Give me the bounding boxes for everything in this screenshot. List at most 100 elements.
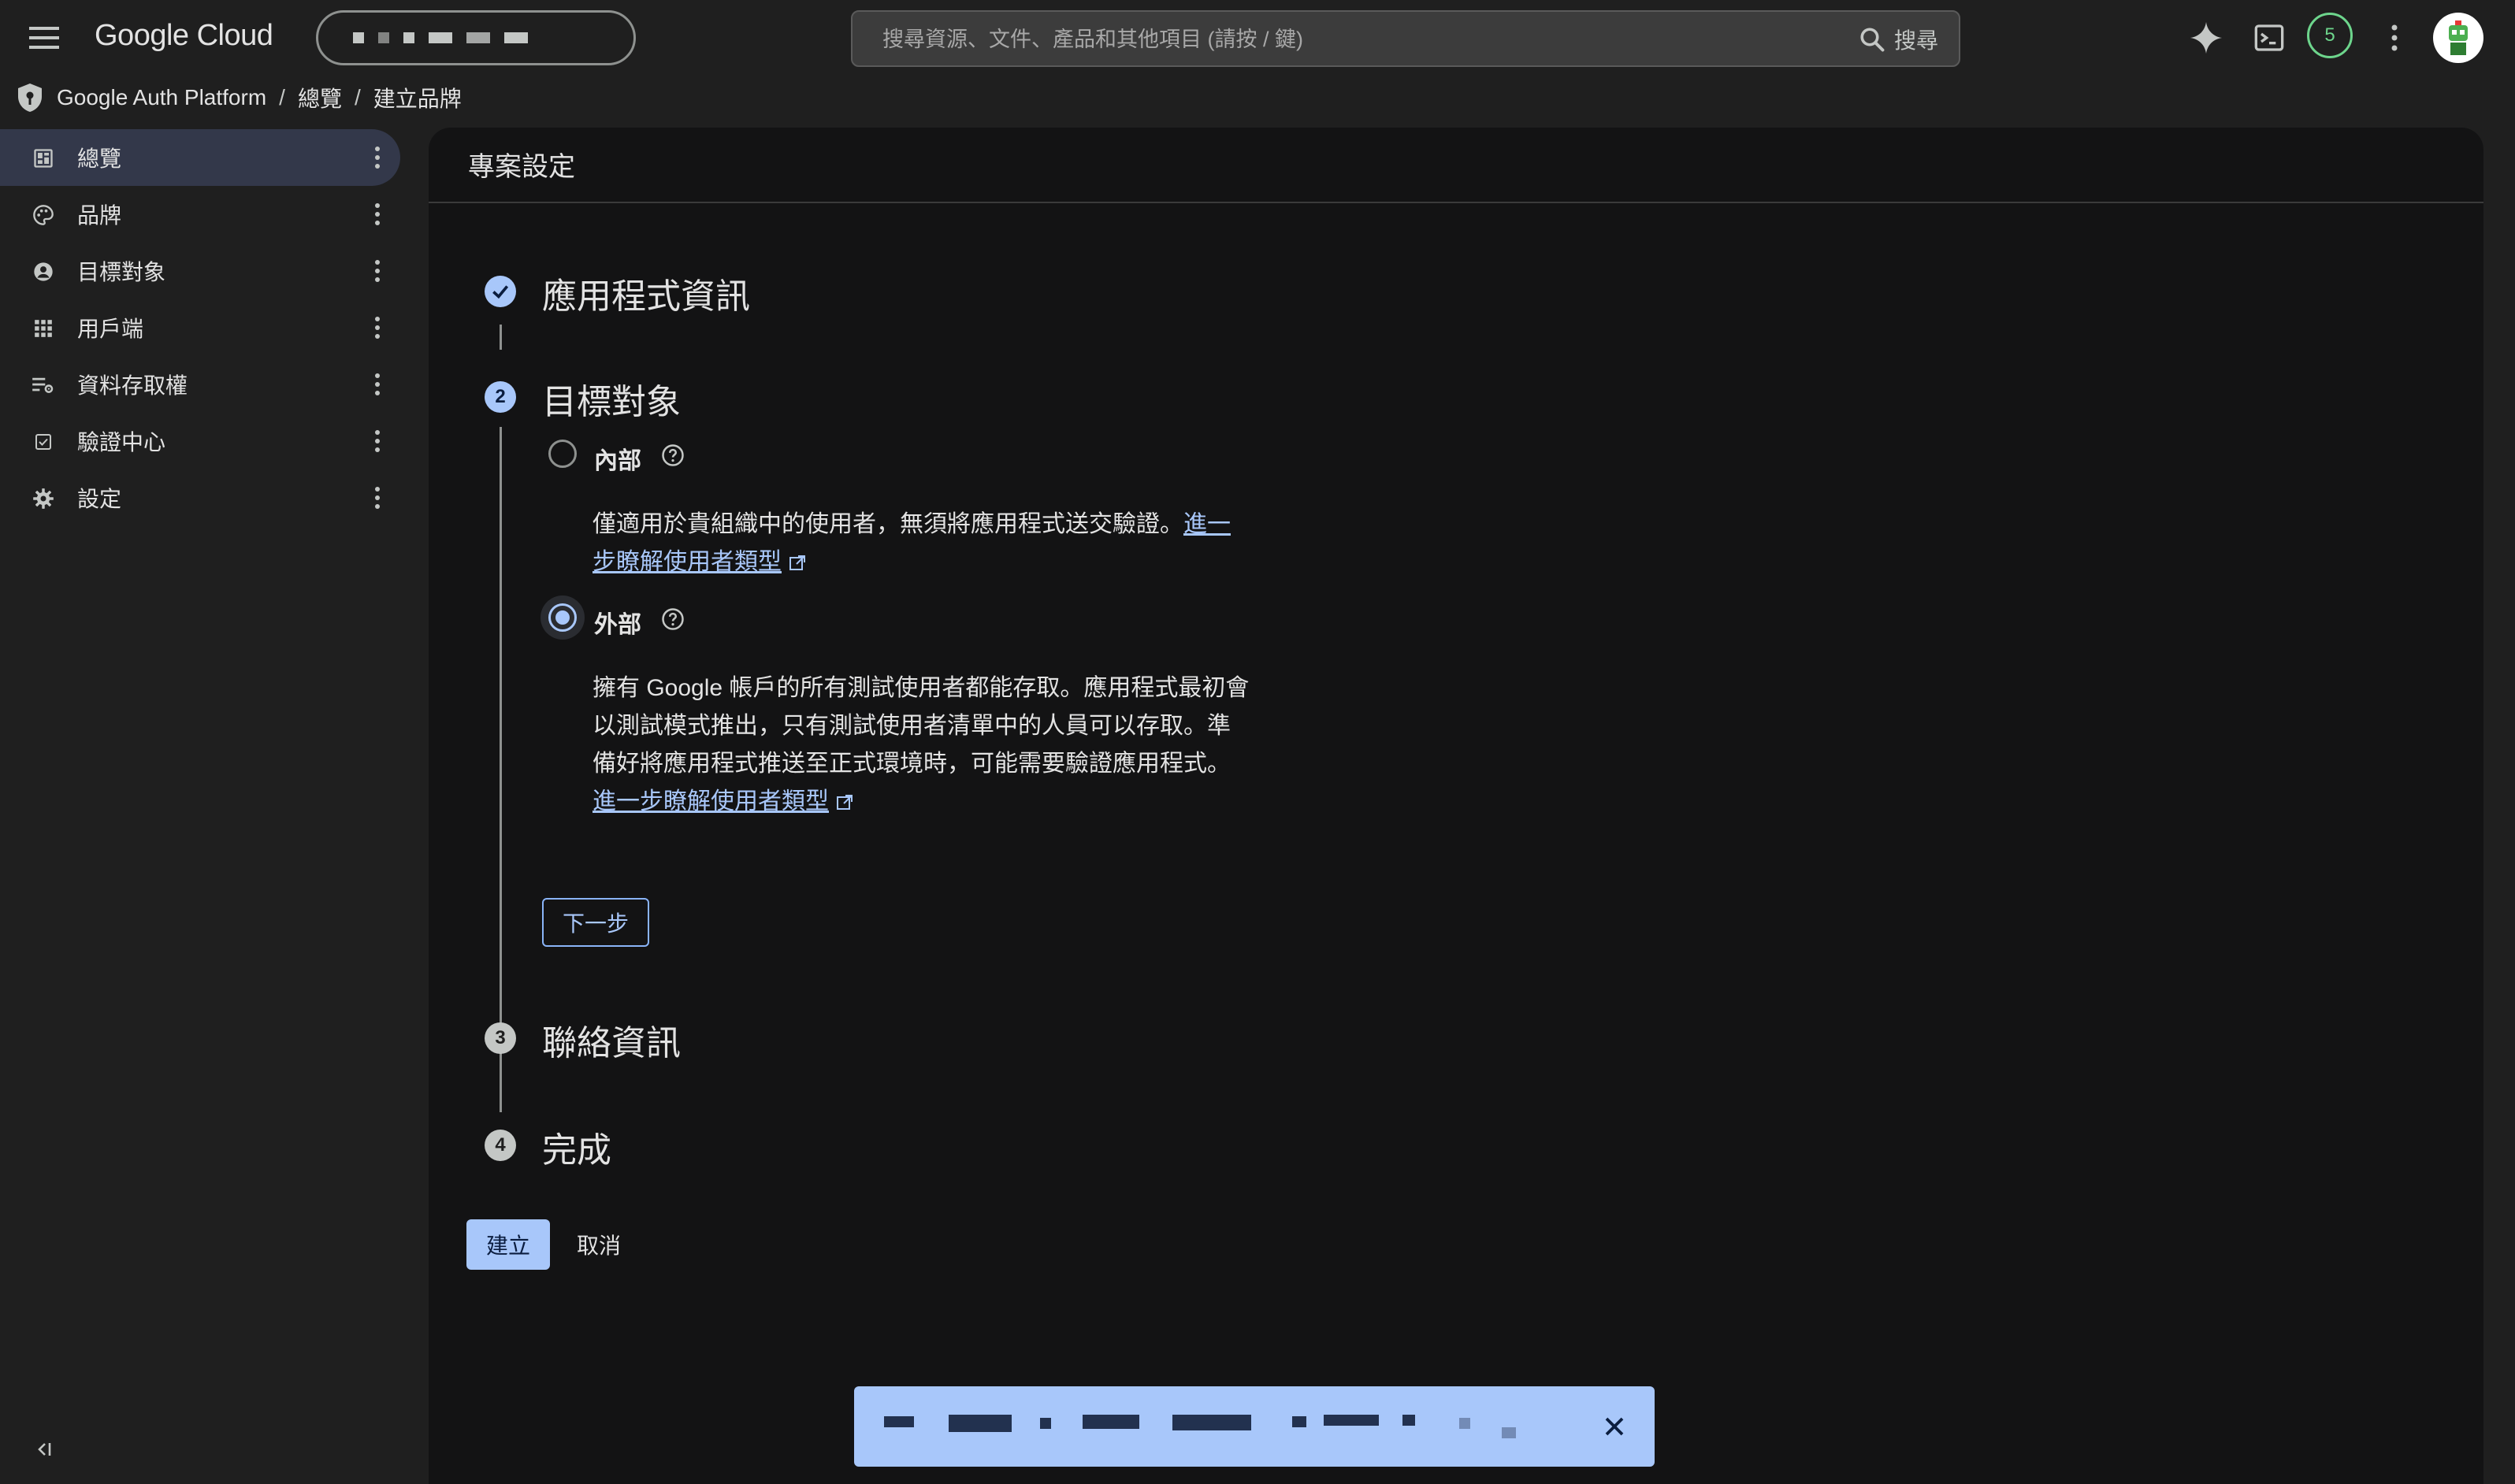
more-vert-icon[interactable]	[367, 484, 388, 512]
redacted-snackbar-text	[1459, 1418, 1470, 1429]
sidebar-item-label: 設定	[77, 487, 122, 511]
redacted-project-name	[403, 32, 414, 43]
account-avatar[interactable]	[2433, 13, 2483, 63]
step-1-title[interactable]: 應用程式資訊	[542, 268, 750, 318]
redacted-snackbar-text	[1292, 1416, 1306, 1427]
sidebar-item-audience[interactable]: 目標對象	[0, 243, 403, 299]
open-in-new-icon	[789, 555, 805, 571]
breadcrumb: Google Auth Platform / 總覽 / 建立品牌	[16, 82, 462, 113]
gear-icon	[32, 487, 55, 510]
sidebar-item-overview[interactable]: 總覽	[0, 129, 400, 186]
step-2-indicator: 2	[485, 381, 516, 413]
redacted-project-name	[466, 32, 490, 43]
sidebar-item-label: 資料存取權	[77, 373, 188, 398]
more-vert-icon[interactable]	[367, 313, 388, 342]
robot-avatar-icon	[2449, 20, 2468, 55]
check-icon	[492, 285, 509, 299]
sidebar-item-clients[interactable]: 用戶端	[0, 299, 403, 356]
sidebar-item-label: 目標對象	[77, 260, 166, 284]
cloud-shell-button[interactable]	[2249, 17, 2290, 58]
panel-title: 專案設定	[468, 152, 575, 182]
collapse-left-icon	[38, 1443, 51, 1456]
step-4-indicator: 4	[485, 1130, 516, 1161]
search-button-label: 搜尋	[1893, 28, 1938, 53]
redacted-snackbar-text	[1040, 1418, 1051, 1429]
close-icon	[1605, 1417, 1624, 1436]
sidebar-item-label: 品牌	[77, 203, 122, 228]
check-box-icon	[32, 430, 55, 454]
more-options-button[interactable]	[2374, 17, 2415, 58]
project-setup-panel: 專案設定 應用程式資訊 2 目標對象 內部 僅適用於貴組織中的使用者，無須將應用…	[429, 128, 2483, 1484]
internal-learn-more-link[interactable]: 步瞭解使用者類型	[593, 549, 782, 575]
project-picker[interactable]	[316, 10, 636, 65]
step-connector	[500, 427, 502, 1112]
more-vert-icon[interactable]	[367, 257, 388, 285]
more-vert-icon[interactable]	[367, 370, 388, 399]
data-access-icon	[32, 373, 55, 397]
sidebar-item-data-access[interactable]: 資料存取權	[0, 356, 403, 413]
redacted-snackbar-text	[1502, 1427, 1516, 1438]
cancel-button[interactable]: 取消	[567, 1219, 630, 1270]
breadcrumb-separator: /	[279, 85, 285, 109]
step-3-indicator: 3	[485, 1022, 516, 1054]
breadcrumb-separator: /	[354, 85, 361, 109]
google-cloud-logo[interactable]: Google Cloud	[95, 19, 273, 53]
notifications-badge[interactable]: 5	[2307, 13, 2353, 58]
palette-icon	[32, 203, 55, 227]
search-input[interactable]	[881, 21, 1814, 58]
account-circle-icon	[32, 260, 55, 284]
help-icon[interactable]	[660, 607, 685, 632]
internal-label[interactable]: 內部	[594, 441, 641, 476]
snackbar-notification	[854, 1386, 1655, 1467]
sparkle-icon	[2190, 21, 2223, 54]
internal-learn-more-link[interactable]: 進一	[1183, 511, 1231, 537]
apps-grid-icon	[32, 317, 55, 340]
external-radio[interactable]	[548, 603, 577, 632]
redacted-project-name	[429, 32, 452, 43]
redacted-snackbar-text	[1083, 1415, 1139, 1429]
sidebar-nav: 總覽 品牌 目標對象 用戶端 資料存取權 驗證中心 設定	[0, 129, 403, 526]
external-description: 擁有 Google 帳戶的所有測試使用者都能存取。應用程式最初會 以測試模式推出…	[593, 670, 1294, 821]
external-description-text: 備好將應用程式推送至正式環境時，可能需要驗證應用程式。	[593, 751, 1231, 777]
snackbar-close-button[interactable]	[1598, 1410, 1631, 1443]
gemini-button[interactable]	[2186, 17, 2227, 58]
internal-description: 僅適用於貴組織中的使用者，無須將應用程式送交驗證。進一 步瞭解使用者類型	[593, 506, 1294, 581]
breadcrumb-overview[interactable]: 總覽	[298, 82, 342, 113]
hamburger-menu-icon	[29, 27, 59, 49]
dashboard-icon	[32, 147, 55, 170]
sidebar-item-branding[interactable]: 品牌	[0, 186, 403, 243]
terminal-icon	[2254, 24, 2284, 51]
redacted-snackbar-text	[1324, 1415, 1379, 1426]
sidebar-item-label: 用戶端	[77, 317, 144, 341]
more-vert-icon[interactable]	[367, 143, 388, 172]
step-connector	[500, 325, 502, 350]
sidebar-item-settings[interactable]: 設定	[0, 469, 403, 526]
sidebar-item-verification-center[interactable]: 驗證中心	[0, 413, 403, 469]
external-learn-more-link[interactable]: 進一步瞭解使用者類型	[593, 788, 829, 814]
search-button[interactable]: 搜尋	[1858, 21, 1938, 58]
breadcrumb-product[interactable]: Google Auth Platform	[57, 85, 266, 110]
main-menu-button[interactable]	[24, 17, 65, 58]
step-2-title: 目標對象	[542, 383, 681, 421]
more-vert-icon[interactable]	[367, 427, 388, 455]
redacted-project-name	[378, 32, 389, 43]
redacted-snackbar-text	[1172, 1415, 1251, 1430]
internal-description-text: 僅適用於貴組織中的使用者，無須將應用程式送交驗證。	[593, 511, 1183, 537]
create-button[interactable]: 建立	[466, 1219, 550, 1270]
open-in-new-icon	[837, 795, 853, 811]
next-step-button[interactable]: 下一步	[542, 898, 649, 947]
redacted-snackbar-text	[884, 1416, 914, 1427]
sidebar-item-label: 總覽	[77, 147, 122, 171]
search-icon	[1860, 28, 1885, 52]
step-4-title: 完成	[542, 1131, 611, 1170]
external-description-text: 以測試模式推出，只有測試使用者清單中的人員可以存取。準	[593, 713, 1231, 739]
internal-radio[interactable]	[548, 440, 577, 468]
more-vert-icon[interactable]	[367, 200, 388, 228]
breadcrumb-current: 建立品牌	[373, 87, 462, 111]
external-label[interactable]: 外部	[594, 605, 641, 640]
redacted-project-name	[504, 32, 528, 43]
step-connector	[500, 1070, 502, 1095]
sidebar-item-label: 驗證中心	[77, 430, 166, 454]
collapse-sidebar-button[interactable]	[28, 1434, 60, 1465]
help-icon[interactable]	[660, 443, 685, 468]
